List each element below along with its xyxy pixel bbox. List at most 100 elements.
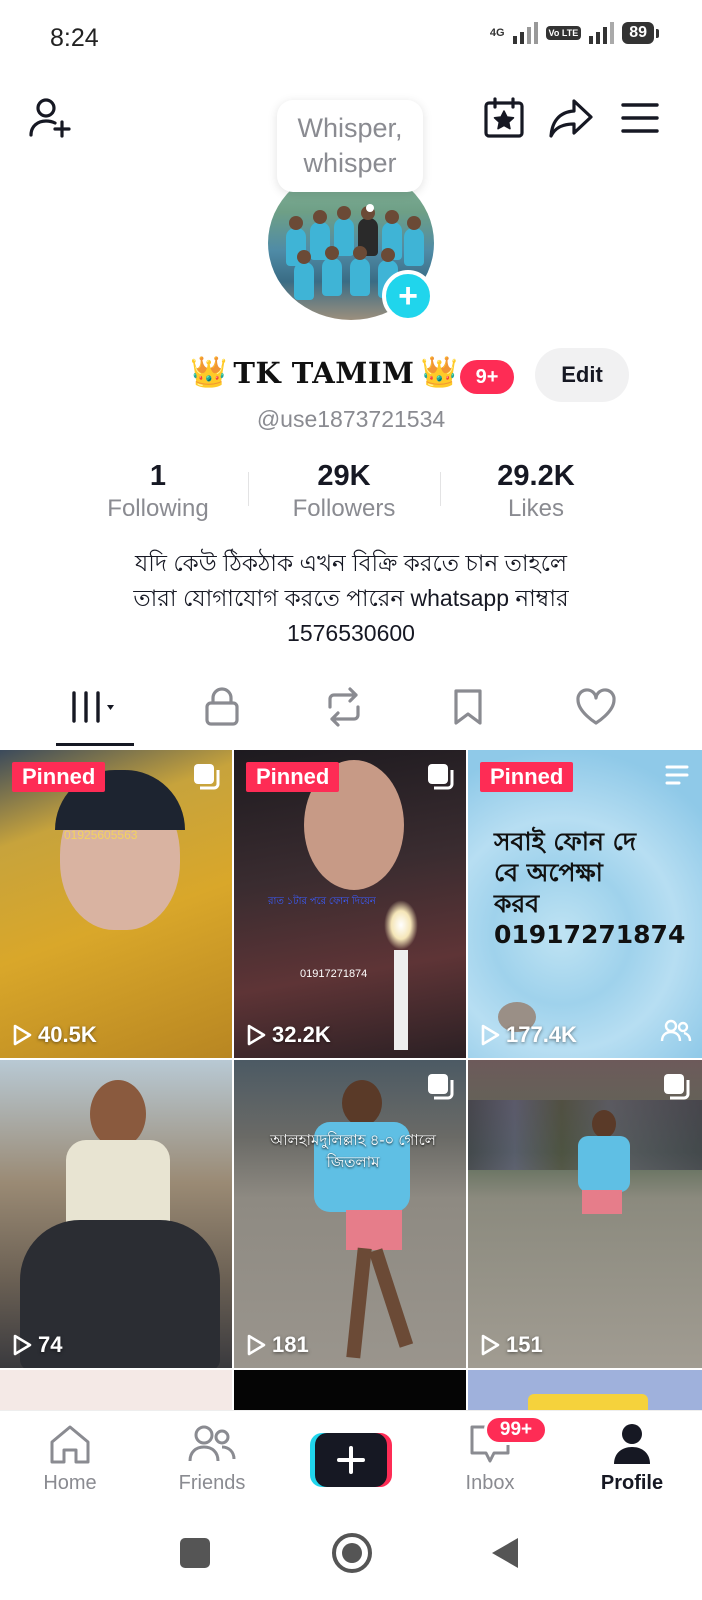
view-count: 151 [480, 1332, 543, 1358]
stat-label: Followers [292, 495, 396, 522]
video-thumbnail[interactable] [234, 1370, 466, 1410]
view-count: 74 [12, 1332, 62, 1358]
view-count-value: 181 [272, 1332, 309, 1357]
play-icon [247, 1334, 266, 1356]
nav-home-label: Home [43, 1472, 97, 1494]
signal-icon-2 [589, 22, 615, 44]
hamburger-menu-icon[interactable] [618, 96, 662, 140]
play-icon [13, 1024, 32, 1046]
edit-profile-button[interactable]: Edit [535, 348, 629, 402]
video-overlay-text: রাত ১টার পরে ফোন দিয়েন [268, 896, 376, 907]
tab-videos[interactable] [54, 680, 134, 734]
tab-reposts[interactable] [304, 680, 384, 734]
pinned-badge: Pinned [480, 762, 574, 792]
nav-friends[interactable]: Friends [152, 1423, 272, 1495]
battery-icon: 89 [622, 22, 659, 44]
nav-inbox-label: Inbox [465, 1472, 515, 1494]
back-button[interactable] [490, 1536, 520, 1575]
bookmark-icon [454, 689, 482, 725]
status-bar: 8:24 4G Vo LTE 89 [0, 0, 702, 76]
whisper-line-2: whisper [303, 148, 397, 178]
play-icon [481, 1024, 500, 1046]
content-tabs [0, 680, 702, 750]
create-button[interactable] [310, 1433, 392, 1487]
play-icon [481, 1334, 500, 1356]
add-story-button[interactable]: + [382, 270, 434, 322]
view-count-value: 40.5K [38, 1022, 97, 1047]
videos-grid-icon [72, 691, 114, 723]
view-count: 177.4K [480, 1022, 577, 1048]
view-count-value: 74 [38, 1332, 63, 1357]
crown-emoji-2: 👑 [420, 356, 458, 389]
view-count: 181 [246, 1332, 309, 1358]
heart-icon [576, 688, 616, 725]
view-count: 40.5K [12, 1022, 97, 1048]
home-system-button[interactable] [332, 1533, 372, 1573]
multi-video-icon [192, 762, 220, 795]
crown-emoji: 👑 [190, 356, 228, 389]
profile-stats: 1 Following 29K Followers 29.2K Likes [60, 458, 650, 524]
pinned-badge: Pinned [12, 762, 106, 792]
view-count: 32.2K [246, 1022, 331, 1048]
friends-icon [188, 1425, 236, 1462]
stat-label: Likes [507, 495, 565, 522]
video-overlay-text: 01925605563 [64, 828, 138, 842]
add-user-icon[interactable] [24, 92, 76, 144]
video-overlay-phone: 01917271874 [300, 968, 368, 980]
volte-icon: Vo LTE [545, 26, 582, 40]
back-triangle-icon [492, 1538, 518, 1568]
stat-following[interactable]: 1 Following [60, 458, 256, 524]
whisper-bubble[interactable]: Whisper, whisper [277, 100, 423, 192]
profile-icon [614, 1424, 650, 1464]
share-arrow-icon[interactable] [546, 94, 596, 142]
video-thumbnail[interactable]: 01925605563 Pinned 40.5K [0, 750, 232, 1058]
tab-favorites[interactable] [428, 680, 508, 734]
profile-handle: @use1873721534 [256, 406, 446, 432]
tab-private[interactable] [182, 680, 262, 734]
home-icon [50, 1425, 90, 1464]
multi-video-icon [662, 1072, 690, 1105]
video-grid: 01925605563 Pinned 40.5K রাত ১টার পরে ফো… [0, 750, 702, 1410]
bottom-navigation: Home Friends Inbox 99+ Profile [0, 1410, 702, 1510]
friends-only-icon [660, 1019, 692, 1048]
whisper-line-1: Whisper, [297, 113, 403, 143]
tab-liked[interactable] [556, 680, 636, 734]
stat-value: 29K [317, 460, 371, 492]
stat-value: 29.2K [497, 460, 575, 492]
notification-badge[interactable]: 9+ [460, 360, 514, 394]
nav-friends-label: Friends [178, 1472, 246, 1494]
stat-followers[interactable]: 29K Followers [246, 458, 442, 524]
video-thumbnail[interactable]: রাত ১টার পরে ফোন দিয়েন 01917271874 Pinn… [234, 750, 466, 1058]
video-thumbnail[interactable]: আলহামদুলিল্লাহ ৪-০ গোলে জিতলাম 181 [234, 1060, 466, 1368]
multi-video-icon [426, 1072, 454, 1105]
lock-icon [205, 687, 239, 726]
network-type: 4G [489, 26, 505, 39]
view-count-value: 32.2K [272, 1022, 331, 1047]
status-indicators: 4G Vo LTE 89 [489, 22, 659, 44]
system-navigation [0, 1510, 702, 1600]
video-thumbnail[interactable] [0, 1370, 232, 1410]
nav-profile[interactable]: Profile [572, 1423, 692, 1495]
stat-likes[interactable]: 29.2K Likes [438, 458, 634, 524]
nav-profile-label: Profile [600, 1472, 664, 1494]
view-count-value: 177.4K [506, 1022, 577, 1047]
signal-icon [512, 22, 538, 44]
video-thumbnail[interactable]: 151 [468, 1060, 702, 1368]
calendar-star-icon[interactable] [480, 94, 528, 142]
video-caption-text: সবাই ফোন দে বে অপেক্ষা করব 01917271874 [494, 827, 686, 949]
stat-label: Following [107, 495, 209, 522]
plus-icon [310, 1433, 392, 1487]
recent-apps-button[interactable] [180, 1538, 210, 1568]
video-thumbnail[interactable]: 74 [0, 1060, 232, 1368]
profile-name: TK TAMIM [233, 356, 415, 390]
multi-video-icon [426, 762, 454, 795]
inbox-badge: 99+ [484, 1415, 548, 1445]
photo-mode-icon [664, 762, 690, 793]
stat-value: 1 [149, 460, 167, 492]
video-overlay-text: আলহামদুলিল্লাহ ৪-০ গোলে জিতলাম [270, 1132, 436, 1171]
nav-home[interactable]: Home [10, 1423, 130, 1495]
video-thumbnail[interactable] [468, 1370, 702, 1410]
repost-icon [328, 687, 360, 727]
video-thumbnail[interactable]: সবাই ফোন দে বে অপেক্ষা করব 01917271874 P… [468, 750, 702, 1058]
profile-bio: যদি কেউ ঠিকঠাক এখন বিক্রি করতে চান তাহলে… [133, 550, 569, 646]
